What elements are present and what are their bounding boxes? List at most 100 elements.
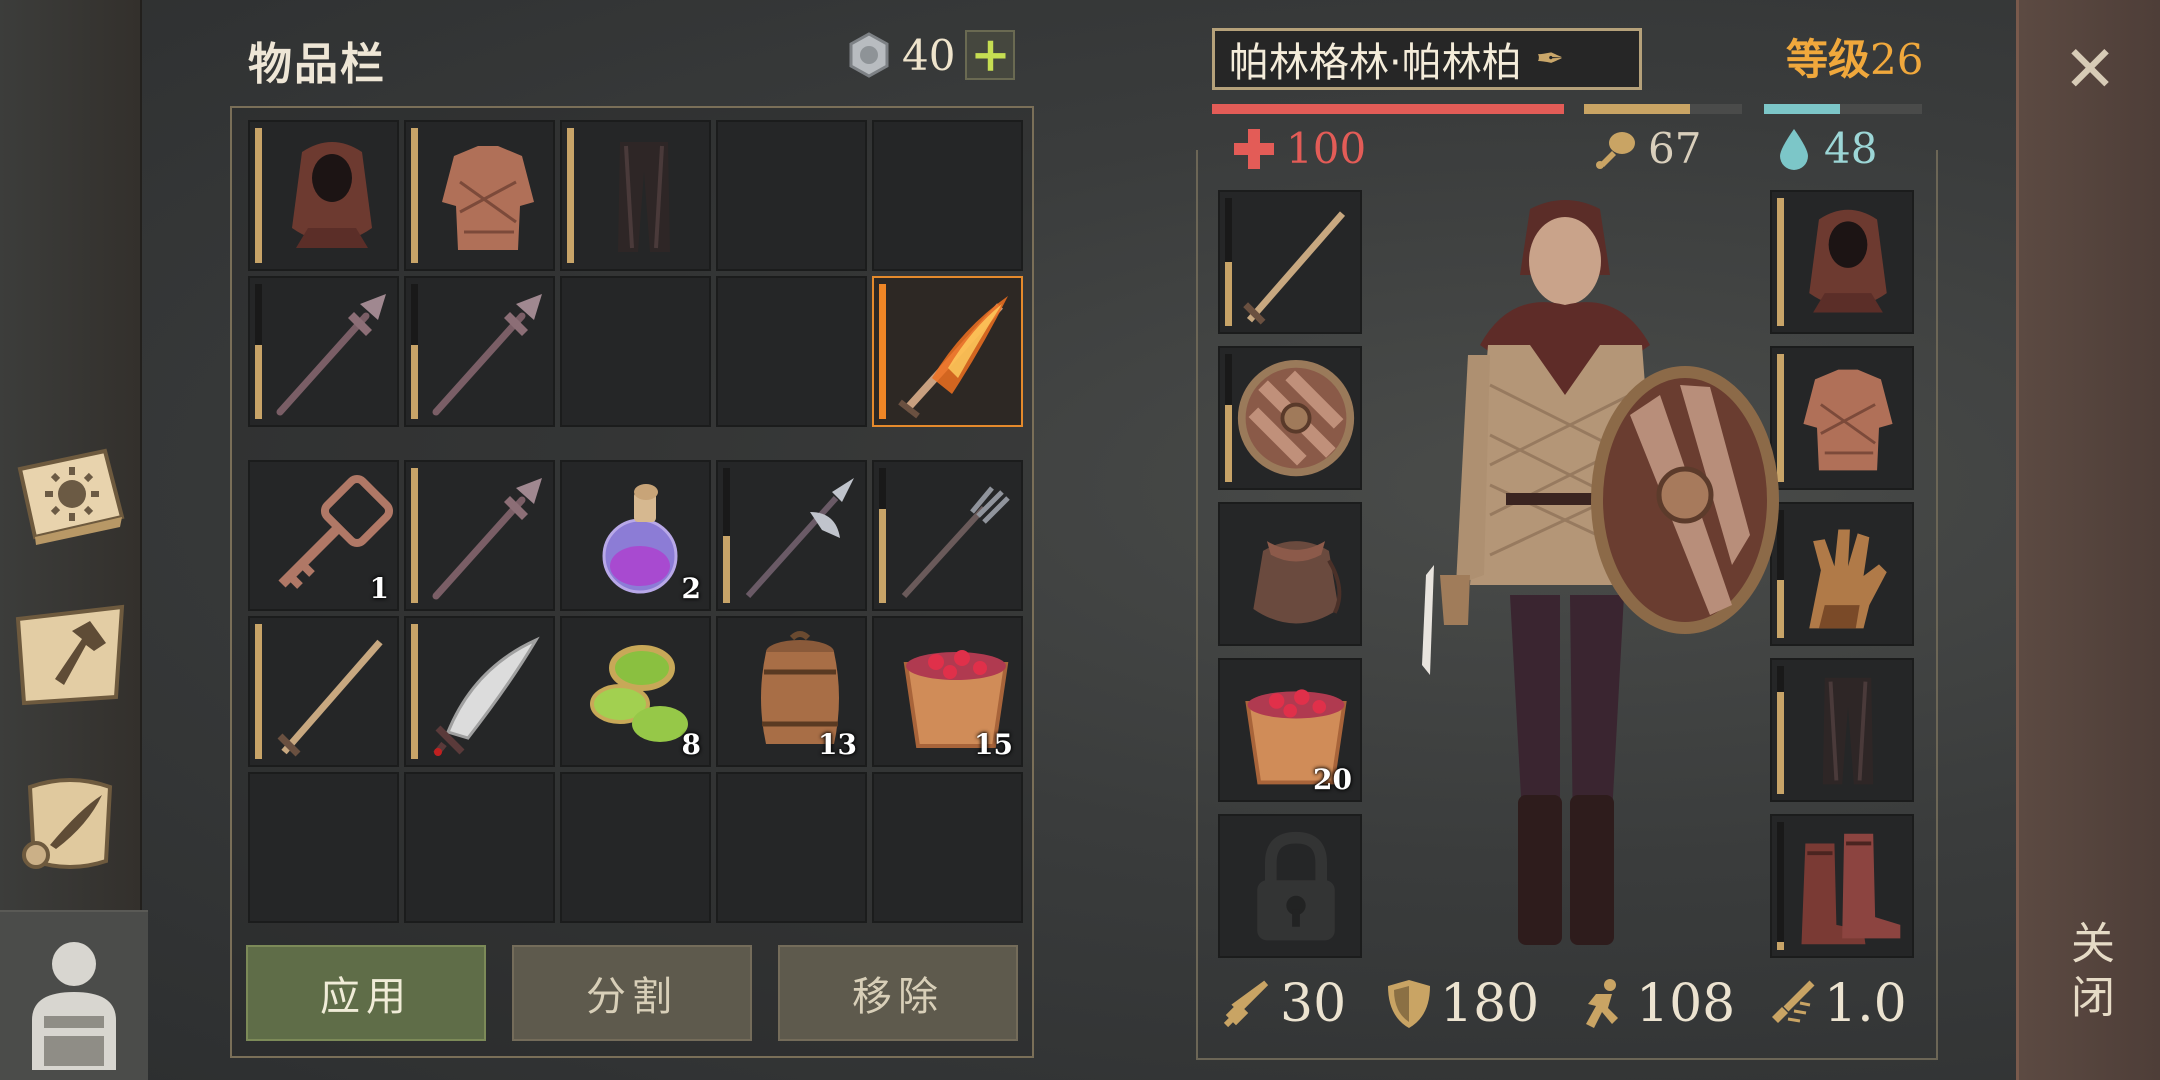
durability-bar <box>1225 354 1232 482</box>
defense-shield-icon <box>1388 980 1430 1028</box>
level-value: 26 <box>1870 35 1924 84</box>
spear-slot[interactable] <box>404 276 555 427</box>
halberd-slot[interactable] <box>716 460 867 611</box>
empty-slot[interactable] <box>248 772 399 923</box>
boots-icon <box>1801 833 1901 945</box>
sidebar-tab-crafting[interactable] <box>6 590 134 718</box>
hood-slot[interactable] <box>248 120 399 271</box>
gambeson-slot[interactable] <box>404 120 555 271</box>
flaming-sword-icon <box>898 296 1008 419</box>
defense-value: 180 <box>1440 974 1540 1034</box>
gambeson-icon <box>442 146 534 250</box>
sword-icon <box>1243 211 1346 325</box>
shield-slot[interactable] <box>1218 346 1362 490</box>
empty-slot[interactable] <box>872 772 1023 923</box>
spear-icon <box>276 294 386 416</box>
sidebar-tab-inventory[interactable] <box>0 910 148 1080</box>
durability-bar <box>411 128 418 263</box>
scroll-feather-icon <box>22 778 113 869</box>
hood-slot[interactable] <box>1770 190 1914 334</box>
gloves-slot[interactable] <box>1770 502 1914 646</box>
sword-icon <box>277 639 383 757</box>
flaming-sword-slot[interactable] <box>872 276 1023 427</box>
item-quantity: 20 <box>1313 763 1352 796</box>
inventory-panel: 1 2 8 13 15 <box>230 106 1034 1058</box>
item-quantity: 2 <box>681 572 701 605</box>
level-label: 等级 <box>1786 35 1871 84</box>
attack-speed-value: 1.0 <box>1824 974 1907 1034</box>
character-name: 帕林格林·帕林柏 <box>1229 40 1522 86</box>
trousers-icon <box>618 142 670 252</box>
empty-slot[interactable] <box>560 772 711 923</box>
spear-slot[interactable] <box>404 460 555 611</box>
durability-bar <box>411 468 418 603</box>
sword-slot[interactable] <box>248 616 399 767</box>
empty-slot[interactable] <box>404 772 555 923</box>
seeds-slot[interactable]: 8 <box>560 616 711 767</box>
spear-slot[interactable] <box>248 276 399 427</box>
item-quantity: 13 <box>818 728 857 761</box>
barrel-slot[interactable]: 13 <box>716 616 867 767</box>
coin-amount: 40 <box>902 30 956 80</box>
attack-stat: 30 <box>1222 974 1346 1034</box>
gambeson-slot[interactable] <box>1770 346 1914 490</box>
close-label[interactable]: 关闭 <box>2060 920 2120 1040</box>
gambeson-icon <box>1803 369 1893 471</box>
food-bar <box>1584 104 1742 114</box>
apply-button[interactable]: 应用 <box>246 945 486 1041</box>
halberd-icon <box>745 478 854 599</box>
locked-slot <box>1218 814 1362 958</box>
attack-value: 30 <box>1280 974 1347 1034</box>
spear-icon <box>432 294 542 416</box>
character-name-field[interactable]: 帕林格林·帕林柏 ✒ <box>1212 28 1642 90</box>
sun-book-icon <box>17 448 125 545</box>
durability-bar <box>879 468 886 603</box>
hammer-map-icon <box>15 604 125 706</box>
character-model <box>1422 200 1779 945</box>
scimitar-slot[interactable] <box>404 616 555 767</box>
locked-icon <box>1257 831 1335 941</box>
edit-pen-icon[interactable]: ✒ <box>1536 39 1565 79</box>
potion-slot[interactable]: 2 <box>560 460 711 611</box>
berry-bucket-slot[interactable]: 15 <box>872 616 1023 767</box>
sidebar-tab-journal[interactable] <box>6 430 134 558</box>
pouch-icon <box>1253 541 1342 624</box>
trousers-slot[interactable] <box>560 120 711 271</box>
speed-value: 108 <box>1636 974 1736 1034</box>
empty-slot[interactable] <box>716 772 867 923</box>
item-quantity: 1 <box>369 572 389 605</box>
pitchfork-icon <box>901 486 1010 599</box>
sword-slot[interactable] <box>1218 190 1362 334</box>
add-coins-button[interactable]: + <box>965 30 1016 80</box>
scimitar-icon <box>433 636 540 757</box>
sidebar-tab-quests[interactable] <box>6 760 134 888</box>
empty-slot[interactable] <box>716 276 867 427</box>
speed-stat: 108 <box>1578 974 1735 1034</box>
pouch-slot[interactable] <box>1218 502 1362 646</box>
item-quantity: 8 <box>681 728 701 761</box>
durability-bar <box>879 284 886 419</box>
berry-bucket-slot[interactable]: 20 <box>1218 658 1362 802</box>
empty-slot[interactable] <box>716 120 867 271</box>
durability-bar <box>255 284 262 419</box>
water-bar <box>1764 104 1922 114</box>
pitchfork-slot[interactable] <box>872 460 1023 611</box>
trousers-slot[interactable] <box>1770 658 1914 802</box>
inventory-title: 物品栏 <box>248 39 386 90</box>
defense-stat: 180 <box>1386 974 1539 1034</box>
close-panel[interactable] <box>2016 0 2160 1080</box>
empty-slot[interactable] <box>560 276 711 427</box>
level-display: 等级26 <box>1786 26 1923 87</box>
shield-icon <box>1237 359 1355 477</box>
remove-button[interactable]: 移除 <box>778 945 1018 1041</box>
attack-speed-stat: 1.0 <box>1766 974 1907 1034</box>
durability-bar <box>567 128 574 263</box>
empty-slot[interactable] <box>872 120 1023 271</box>
durability-bar <box>255 128 262 263</box>
boots-slot[interactable] <box>1770 814 1914 958</box>
spear-icon <box>432 478 542 600</box>
durability-bar <box>255 624 262 759</box>
key-slot[interactable]: 1 <box>248 460 399 611</box>
split-button[interactable]: 分割 <box>512 945 752 1041</box>
close-icon[interactable]: ✕ <box>2060 38 2120 102</box>
